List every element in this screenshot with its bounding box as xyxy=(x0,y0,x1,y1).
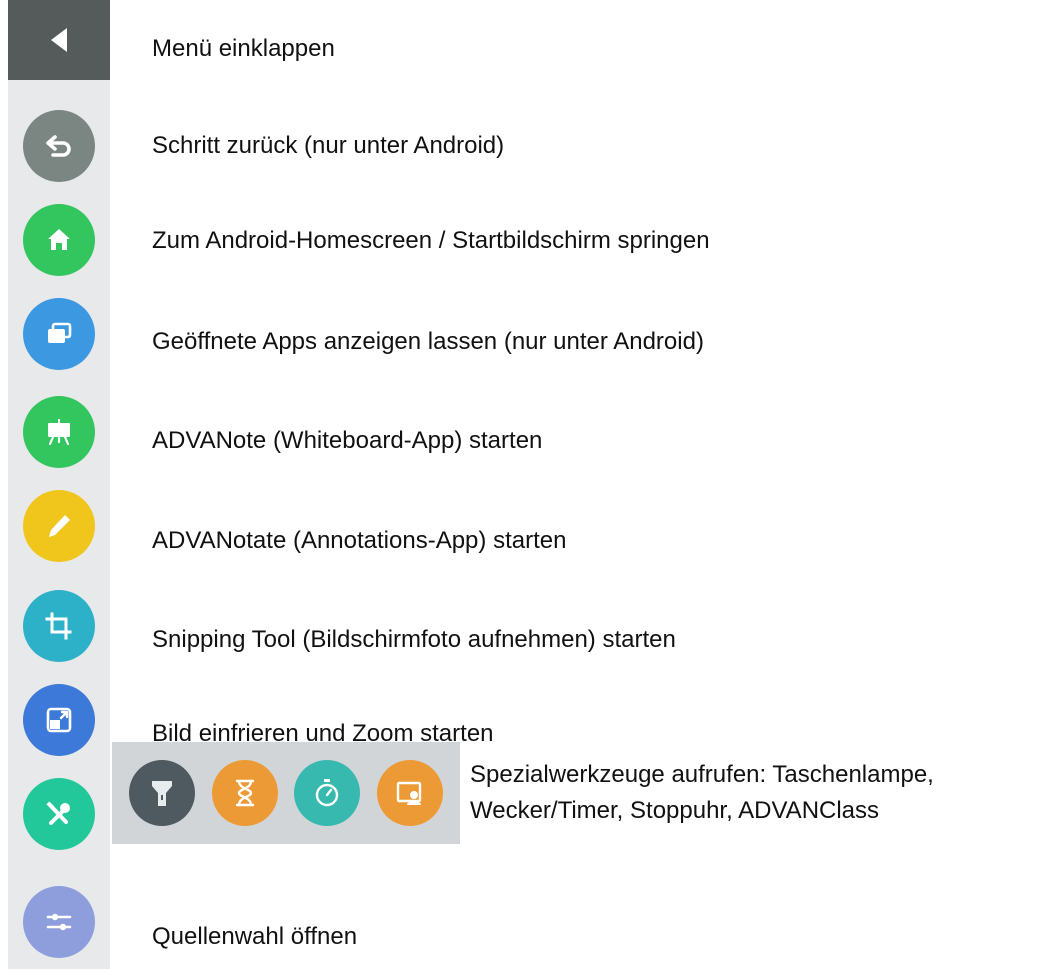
stopwatch-button[interactable] xyxy=(294,760,361,826)
timer-button[interactable] xyxy=(211,760,278,826)
recent-apps-button[interactable] xyxy=(23,298,95,370)
back-button[interactable] xyxy=(23,110,95,182)
home-button[interactable] xyxy=(23,204,95,276)
snipping-tool-label: Snipping Tool (Bildschirmfoto aufnehmen)… xyxy=(152,626,676,653)
collapse-menu-button[interactable] xyxy=(8,0,110,80)
advanotate-label: ADVANotate (Annotations-App) starten xyxy=(152,527,567,554)
flashlight-icon xyxy=(151,781,172,806)
home-icon xyxy=(48,229,70,250)
snipping-tool-button[interactable] xyxy=(23,590,95,662)
freeze-zoom-icon xyxy=(46,707,72,733)
tools-icon xyxy=(46,801,70,825)
source-selection-button[interactable] xyxy=(23,886,95,958)
advanotate-button[interactable] xyxy=(23,490,95,562)
whiteboard-icon xyxy=(48,419,70,446)
recent-apps-icon xyxy=(48,322,72,343)
advanclass-button[interactable] xyxy=(377,760,444,826)
home-label: Zum Android-Homescreen / Startbildschirm… xyxy=(152,227,710,254)
triangle-left-icon xyxy=(51,28,67,52)
back-arrow-icon xyxy=(46,135,71,157)
source-selection-label: Quellenwahl öffnen xyxy=(152,923,358,950)
collapse-menu-label: Menü einklappen xyxy=(152,35,335,62)
sliders-icon xyxy=(46,913,72,931)
advanote-label: ADVANote (Whiteboard-App) starten xyxy=(152,427,543,454)
advanote-button[interactable] xyxy=(23,396,95,468)
flashlight-button[interactable] xyxy=(128,760,195,826)
special-tools-label: Spezialwerkzeuge aufrufen: Taschenlampe,… xyxy=(470,757,934,829)
special-tools-strip xyxy=(112,742,460,844)
special-tools-button[interactable] xyxy=(23,778,95,850)
special-tools-label-line-1: Spezialwerkzeuge aufrufen: Taschenlampe, xyxy=(470,761,934,788)
freeze-zoom-button[interactable] xyxy=(23,684,95,756)
crop-icon xyxy=(45,612,72,640)
pencil-icon xyxy=(49,515,70,537)
special-tools-label-line-2: Wecker/Timer, Stoppuhr, ADVANClass xyxy=(470,797,880,824)
back-label: Schritt zurück (nur unter Android) xyxy=(152,132,505,159)
stopwatch-icon xyxy=(316,779,339,807)
class-icon xyxy=(396,781,422,805)
recent-apps-label: Geöffnete Apps anzeigen lassen (nur unte… xyxy=(152,328,704,355)
hourglass-icon xyxy=(235,779,254,807)
